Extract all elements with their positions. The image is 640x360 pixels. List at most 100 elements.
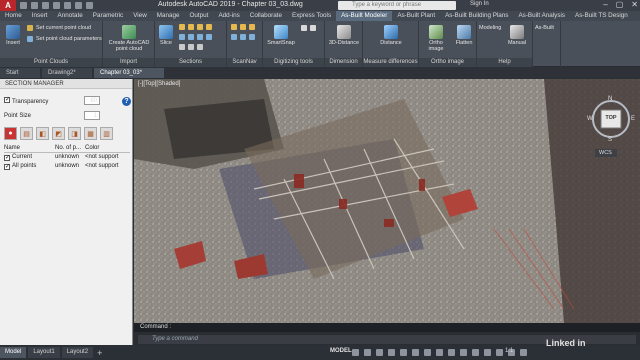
add-section-icon[interactable]: ● [4,127,17,140]
set-current-point-cloud-button[interactable]: Set current point cloud [27,25,91,31]
ortho-icon[interactable] [376,349,383,356]
section-tool-icon[interactable]: ◩ [52,127,65,140]
add-layout-icon[interactable]: + [97,348,102,358]
section-tool-icon[interactable]: ◧ [36,127,49,140]
insert-button[interactable]: Insert [3,25,23,46]
layout-tab-model[interactable]: Model [0,347,27,358]
panel-scannav: ScanNav [227,21,263,67]
panel-import: Create AutoCAD point cloud Import [103,21,155,67]
tab-as-built-ts-design[interactable]: As-Built TS Design [570,11,633,21]
doc-tab-chapter-03-03[interactable]: Chapter 03_03* [94,68,164,78]
scannav-tools-row-2[interactable] [231,34,255,40]
section-tool-icon[interactable]: ▥ [100,127,113,140]
digitizing-tools-row[interactable] [301,25,316,31]
as-built-button[interactable]: As-Built [535,25,554,31]
point-size-spinner[interactable]: 1 [84,111,100,120]
modeling-button[interactable]: Modeling [479,25,501,31]
scannav-icon [249,24,255,30]
section-tools-row-2[interactable] [179,34,212,40]
section-tool-icon[interactable]: ▤ [20,127,33,140]
ortho-image-button[interactable]: Ortho image [421,25,451,52]
column-name[interactable]: Name [4,144,55,152]
tab-output[interactable]: Output [185,11,214,21]
viewport-label[interactable]: [-][Top][Shaded] [138,81,180,87]
row-checkbox[interactable] [4,163,10,172]
tab-parametric[interactable]: Parametric [88,11,128,21]
point-cloud-scene [134,79,640,323]
quick-properties-icon[interactable] [520,349,527,356]
polar-icon[interactable] [388,349,395,356]
layout-tab-layout2[interactable]: Layout2 [61,347,94,358]
slice-button[interactable]: Slice [157,25,175,46]
tab-insert[interactable]: Insert [27,11,53,21]
selection-cycling-icon[interactable] [448,349,455,356]
smartsnap-button[interactable]: SmartSnap [266,25,296,46]
grid-icon[interactable] [352,349,359,356]
dynamic-ucs-icon[interactable] [472,349,479,356]
doc-tab-start[interactable]: Start [0,68,40,78]
create-autocad-point-cloud-button[interactable]: Create AutoCAD point cloud [107,25,151,52]
save-as-icon[interactable] [53,2,60,9]
tab-collaborate[interactable]: Collaborate [245,11,287,21]
maximize-button[interactable]: ▢ [616,0,624,9]
undo-icon[interactable] [75,2,82,9]
tab-as-built-analysis[interactable]: As-Built Analysis [513,11,570,21]
drawing-viewport[interactable]: [-][Top][Shaded] TOP N S E W WCS [134,79,640,323]
flatten-button[interactable]: Flatten [453,25,475,46]
annotation-scale[interactable]: 1:1 [505,348,513,354]
section-tool-icon[interactable]: ◨ [68,127,81,140]
column-color[interactable]: Color [85,144,130,152]
sign-in-link[interactable]: Sign In [470,1,489,7]
flatten-icon [457,25,471,39]
scannav-tools-row-1[interactable] [231,24,255,30]
tab-add-ins[interactable]: Add-ins [213,11,244,21]
transparency-icon[interactable] [436,349,443,356]
layout-tab-layout1[interactable]: Layout1 [28,347,60,358]
workspace-icon[interactable] [496,349,503,356]
distance-button[interactable]: Distance [371,25,411,46]
transparency-spinner[interactable]: 60 [84,96,100,105]
panel-sections: Slice Sections [155,21,227,67]
section-manager-title: SECTION MANAGER [0,79,132,89]
manual-button[interactable]: Manual [505,25,529,46]
tab-as-built-modeler[interactable]: As-Built Modeler [336,11,393,21]
tab-as-built-plant[interactable]: As-Built Plant [392,11,440,21]
tab-annotate[interactable]: Annotate [53,11,88,21]
minimize-button[interactable]: – [603,0,607,9]
close-button[interactable]: ✕ [631,0,638,9]
section-icon [197,34,203,40]
row-checkbox[interactable] [4,154,10,163]
new-icon[interactable] [20,2,27,9]
save-icon[interactable] [42,2,49,9]
osnap-icon[interactable] [400,349,407,356]
3d-distance-button[interactable]: 3D-Distance [327,25,361,46]
smartsnap-icon [274,25,288,39]
snap-icon[interactable] [364,349,371,356]
tab-manage[interactable]: Manage [152,11,185,21]
section-tool-icon[interactable]: ▦ [84,127,97,140]
section-tools-row-1[interactable] [179,24,212,30]
3d-osnap-icon[interactable] [460,349,467,356]
open-icon[interactable] [31,2,38,9]
tab-home[interactable]: Home [0,11,27,21]
print-icon[interactable] [64,2,71,9]
lineweight-icon[interactable] [424,349,431,356]
tab-as-built-building-plans[interactable]: As-Built Building Plans [440,11,513,21]
table-row[interactable]: All points unknown <not support [4,162,130,172]
help-icon[interactable]: ? [122,97,131,106]
doc-tab-drawing2[interactable]: Drawing2* [42,68,92,78]
otrack-icon[interactable] [412,349,419,356]
section-tools-row-3[interactable] [179,44,203,50]
set-point-cloud-parameters-button[interactable]: Set point cloud parameters [27,36,102,42]
search-input[interactable]: Type a keyword or phrase [338,1,456,10]
tab-view[interactable]: View [128,11,152,21]
column-points[interactable]: No. of p... [55,144,85,152]
table-row[interactable]: Current unknown <not support [4,153,130,163]
redo-icon[interactable] [86,2,93,9]
autocad-logo[interactable]: A [0,0,16,11]
section-icon [206,24,212,30]
model-space-toggle[interactable]: MODEL [330,348,352,354]
transparency-checkbox[interactable] [4,96,10,103]
tab-express-tools[interactable]: Express Tools [287,11,336,21]
annotation-icon[interactable] [484,349,491,356]
